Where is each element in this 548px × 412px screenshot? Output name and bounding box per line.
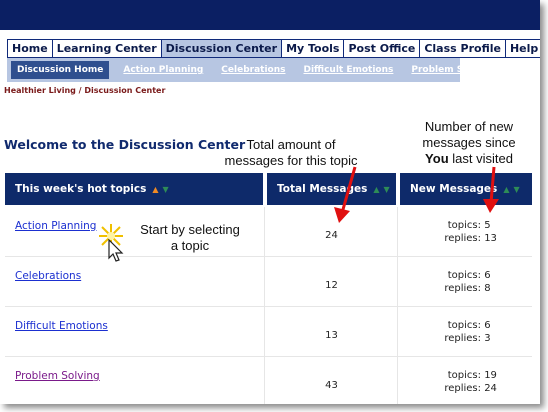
- subnav-difficult-emotions[interactable]: Difficult Emotions: [303, 65, 393, 75]
- table-row: Problem Solving 43 topics: 19 replies: 2…: [5, 357, 532, 404]
- annotation-new-line3: You last visited: [404, 151, 534, 167]
- new-replies-count: 24: [484, 383, 497, 394]
- total-count: 13: [325, 330, 338, 341]
- sort-up-icon[interactable]: ▲: [373, 185, 379, 194]
- topic-link[interactable]: Difficult Emotions: [15, 320, 108, 332]
- topic-link[interactable]: Problem Solving: [15, 370, 100, 382]
- annotation-new-you: You: [425, 151, 449, 166]
- arrow-new-icon: [483, 166, 499, 213]
- table-row: Action Planning 24 topics: 5 replies: 13: [5, 207, 532, 257]
- tab-home[interactable]: Home: [8, 40, 53, 57]
- arrow-total-icon: [334, 166, 357, 223]
- new-replies-count: 8: [484, 283, 491, 294]
- new-topics-count: 6: [484, 320, 491, 331]
- total-count: 43: [325, 380, 338, 391]
- sort-down-icon[interactable]: ▼: [384, 185, 390, 194]
- topics-label: topics:: [447, 370, 481, 381]
- tab-help[interactable]: Help: [505, 40, 540, 57]
- sort-up-icon[interactable]: ▲: [152, 185, 158, 194]
- header-topics-label: This week's hot topics: [15, 183, 147, 195]
- replies-label: replies:: [444, 233, 481, 244]
- subnav-discussion-home[interactable]: Discussion Home: [11, 61, 110, 79]
- topics-label: topics:: [447, 320, 481, 331]
- subnav-action-planning[interactable]: Action Planning: [123, 65, 203, 75]
- screenshot-frame: Home Learning Center Discussion Center M…: [0, 0, 540, 404]
- main-nav-tabs: Home Learning Center Discussion Center M…: [7, 39, 540, 58]
- tab-learning-center[interactable]: Learning Center: [52, 40, 162, 57]
- annotation-total-line1: Total amount of: [246, 137, 336, 152]
- topic-link[interactable]: Celebrations: [15, 270, 81, 282]
- page-title: Welcome to the Discussion Center: [4, 137, 246, 152]
- sort-down-icon[interactable]: ▼: [513, 185, 519, 194]
- mouse-cursor-icon: [108, 238, 124, 262]
- annotation-new-tail: last visited: [448, 151, 513, 166]
- table-row: Difficult Emotions 13 topics: 6 replies:…: [5, 307, 532, 357]
- new-messages: topics: 6 replies: 3: [437, 319, 491, 345]
- topic-link[interactable]: Action Planning: [15, 220, 96, 232]
- tab-class-profile[interactable]: Class Profile: [420, 40, 506, 57]
- new-replies-count: 13: [484, 233, 497, 244]
- new-topics-count: 5: [484, 220, 491, 231]
- subnav-celebrations[interactable]: Celebrations: [221, 65, 285, 75]
- new-topics-count: 6: [484, 270, 491, 281]
- replies-label: replies:: [444, 283, 481, 294]
- new-messages: topics: 19 replies: 24: [437, 369, 497, 395]
- replies-label: replies:: [444, 383, 481, 394]
- total-count: 24: [325, 230, 338, 241]
- sub-nav-bar: Discussion Home Action Planning Celebrat…: [7, 58, 494, 82]
- topics-label: topics:: [447, 270, 481, 281]
- tab-my-tools[interactable]: My Tools: [282, 40, 345, 57]
- new-topics-count: 19: [484, 370, 497, 381]
- breadcrumb: Healthier Living / Discussion Center: [4, 86, 166, 95]
- header-topics: This week's hot topics ▲ ▼: [5, 173, 263, 205]
- annotation-new-line1: Number of new: [424, 119, 514, 134]
- table-row: Celebrations 12 topics: 6 replies: 8: [5, 257, 532, 307]
- site-header-bar: [0, 0, 540, 30]
- tab-post-office[interactable]: Post Office: [344, 40, 421, 57]
- annotation-new: Number of new messages since You last vi…: [404, 119, 534, 167]
- new-messages: topics: 5 replies: 13: [437, 219, 497, 245]
- total-count: 12: [325, 280, 338, 291]
- subnav-problem-solving[interactable]: Problem Solving: [411, 65, 494, 75]
- replies-label: replies:: [444, 333, 481, 344]
- new-replies-count: 3: [484, 333, 491, 344]
- tab-discussion-center[interactable]: Discussion Center: [161, 40, 283, 57]
- topics-label: topics:: [447, 220, 481, 231]
- new-messages: topics: 6 replies: 8: [437, 269, 491, 295]
- sort-down-icon[interactable]: ▼: [163, 185, 169, 194]
- header-new: New Messages ▲ ▼: [400, 173, 532, 205]
- annotation-new-line2: messages since: [422, 135, 516, 150]
